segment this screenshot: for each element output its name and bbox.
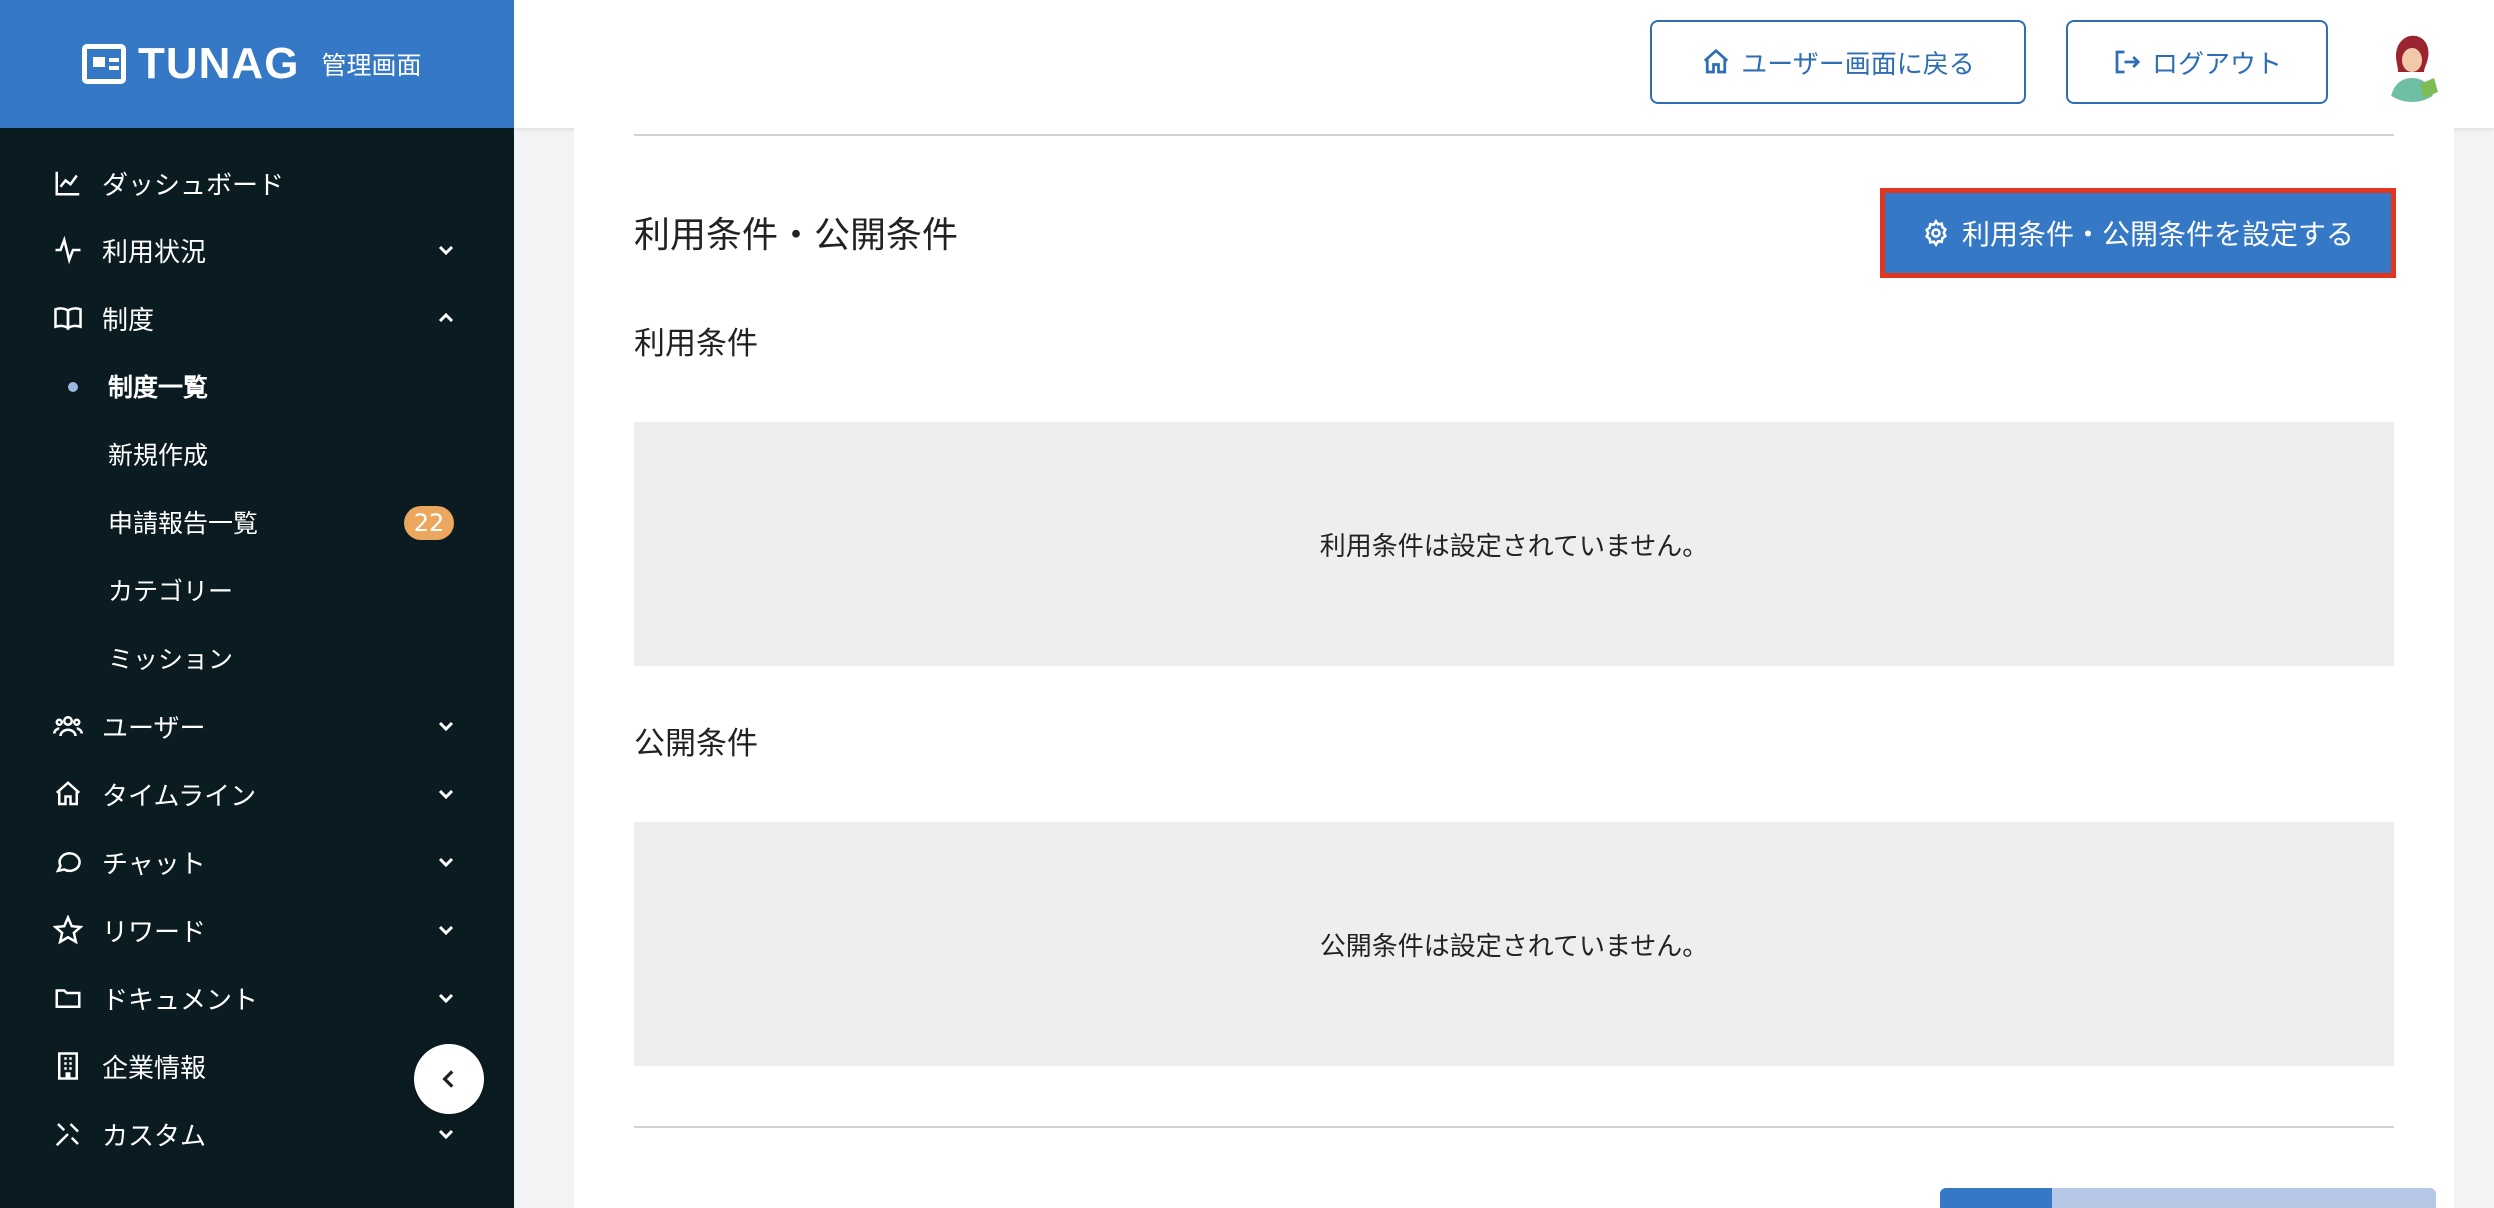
chevron-down-icon xyxy=(434,782,458,806)
chevron-left-icon xyxy=(442,1070,454,1088)
sidebar-item-label: カスタム xyxy=(102,1121,207,1152)
main-card: 利用条件・公開条件 利用条件・公開条件を設定する 利用条件 利用条件は設定されて… xyxy=(574,128,2454,1208)
chevron-down-icon xyxy=(434,1122,458,1146)
sidebar-item-label: リワード xyxy=(102,917,207,948)
sidebar-subitem-applications[interactable]: 申請報告一覧 22 xyxy=(0,488,514,556)
home-icon xyxy=(52,778,84,810)
user-avatar-icon xyxy=(2374,26,2450,102)
sidebar-item-label: ダッシュボード xyxy=(102,170,285,201)
empty-message: 公開条件は設定されていません。 xyxy=(1319,931,1709,962)
sidebar: TUNAG 管理画面 ダッシュボード 利用状況 制度 制度一覧 新規作成 申請報… xyxy=(0,0,514,1208)
tunag-logo-icon xyxy=(82,44,126,84)
sidebar-subitem-new[interactable]: 新規作成 xyxy=(0,420,514,488)
avatar[interactable] xyxy=(2374,26,2450,102)
bottom-action-buttons[interactable] xyxy=(1940,1188,2436,1208)
sidebar-collapse-button[interactable] xyxy=(414,1044,484,1114)
sidebar-item-label: ドキュメント xyxy=(102,985,259,1016)
sidebar-item-label: 企業情報 xyxy=(102,1053,207,1084)
folder-icon xyxy=(52,982,84,1014)
sidebar-nav: ダッシュボード 利用状況 制度 制度一覧 新規作成 申請報告一覧 22 カテゴリ… xyxy=(0,150,514,1168)
logout-button[interactable]: ログアウト xyxy=(2066,20,2328,104)
users-icon xyxy=(52,710,84,742)
chat-bubble-icon xyxy=(52,846,84,878)
sidebar-subitem-label: 制度一覧 xyxy=(108,373,209,402)
divider xyxy=(634,134,2394,136)
publish-conditions-title: 公開条件 xyxy=(634,726,758,762)
sidebar-item-label: ユーザー xyxy=(102,713,206,744)
sidebar-item-reward[interactable]: リワード xyxy=(0,896,514,964)
usage-conditions-empty-box: 利用条件は設定されていません。 xyxy=(634,422,2394,666)
sidebar-item-programs[interactable]: 制度 xyxy=(0,284,514,352)
back-to-user-screen-button[interactable]: ユーザー画面に戻る xyxy=(1650,20,2026,104)
brand-header[interactable]: TUNAG 管理画面 xyxy=(0,0,514,128)
sidebar-item-label: タイムライン xyxy=(102,781,257,812)
bottom-primary-segment[interactable] xyxy=(1940,1188,2052,1208)
set-conditions-button[interactable]: 利用条件・公開条件を設定する xyxy=(1880,188,2396,278)
chevron-down-icon xyxy=(434,714,458,738)
active-dot-icon xyxy=(68,382,78,392)
gear-icon xyxy=(1925,219,1947,247)
empty-message: 利用条件は設定されていません。 xyxy=(1319,531,1709,562)
chevron-up-icon xyxy=(434,306,458,330)
chevron-down-icon xyxy=(434,238,458,262)
building-icon xyxy=(52,1050,84,1082)
brand-subtitle: 管理画面 xyxy=(321,51,422,80)
top-header: ユーザー画面に戻る ログアウト xyxy=(514,0,2494,128)
sidebar-subitem-program-list[interactable]: 制度一覧 xyxy=(0,352,514,420)
sidebar-subitem-mission[interactable]: ミッション xyxy=(0,624,514,692)
sidebar-item-label: 利用状況 xyxy=(102,237,207,268)
sidebar-item-label: 制度 xyxy=(102,305,155,336)
usage-conditions-title: 利用条件 xyxy=(634,326,758,362)
chart-line-icon xyxy=(52,167,84,199)
count-badge: 22 xyxy=(404,506,454,540)
sidebar-subitem-category[interactable]: カテゴリー xyxy=(0,556,514,624)
sidebar-subitem-label: ミッション xyxy=(108,645,234,674)
sidebar-subitem-label: 申請報告一覧 xyxy=(108,509,259,538)
sidebar-item-label: チャット xyxy=(102,849,206,880)
publish-conditions-empty-box: 公開条件は設定されていません。 xyxy=(634,822,2394,1066)
sidebar-item-users[interactable]: ユーザー xyxy=(0,692,514,760)
button-label: ログアウト xyxy=(2151,49,2282,80)
sidebar-item-timeline[interactable]: タイムライン xyxy=(0,760,514,828)
chevron-down-icon xyxy=(434,918,458,942)
sidebar-item-chat[interactable]: チャット xyxy=(0,828,514,896)
brand-logo-text: TUNAG xyxy=(138,39,300,88)
activity-icon xyxy=(52,234,84,266)
home-icon xyxy=(1704,48,1729,74)
button-label: 利用条件・公開条件を設定する xyxy=(1961,218,2354,251)
divider xyxy=(634,1126,2394,1128)
tools-icon xyxy=(52,1118,84,1150)
sidebar-subitem-label: カテゴリー xyxy=(108,577,234,606)
section-title: 利用条件・公開条件 xyxy=(634,215,959,256)
star-icon xyxy=(52,914,84,946)
sidebar-item-dashboard[interactable]: ダッシュボード xyxy=(0,150,514,216)
sidebar-subitem-label: 新規作成 xyxy=(108,441,209,470)
button-label: ユーザー画面に戻る xyxy=(1741,49,1975,80)
sidebar-item-usage[interactable]: 利用状況 xyxy=(0,216,514,284)
logout-icon xyxy=(2115,50,2141,74)
chevron-down-icon xyxy=(434,986,458,1010)
book-icon xyxy=(52,302,84,334)
chevron-down-icon xyxy=(434,850,458,874)
sidebar-item-documents[interactable]: ドキュメント xyxy=(0,964,514,1032)
